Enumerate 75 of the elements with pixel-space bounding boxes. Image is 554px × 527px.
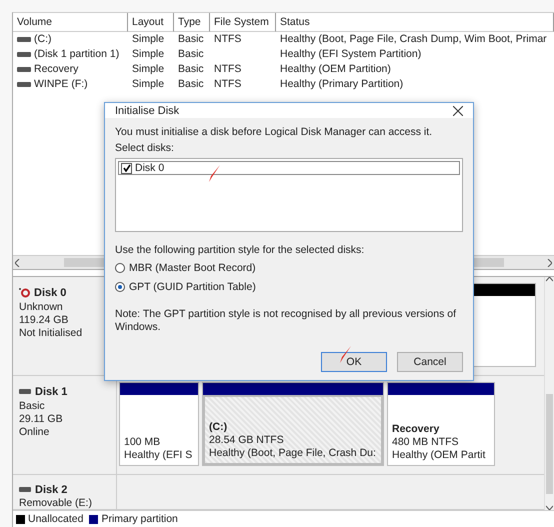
- partition-size: 100 MB: [124, 436, 162, 448]
- partition-name: (C:): [209, 421, 228, 433]
- column-header[interactable]: Type: [174, 13, 210, 32]
- legend-label: Primary partition: [101, 513, 178, 525]
- disk-info: Online: [19, 426, 50, 438]
- table-cell-text: NTFS: [213, 62, 242, 77]
- pointer-arrow-icon: [207, 165, 221, 183]
- table-cell-text: Basic: [177, 47, 205, 62]
- table-cell: (C:): [34, 32, 52, 47]
- partition-size: 480 MB NTFS: [392, 436, 460, 448]
- style-label: Use the following partition style for the selected disks:: [115, 244, 366, 256]
- drive-icon: [17, 52, 31, 57]
- partition[interactable]: 100 MB Healthy (EFI S: [119, 382, 199, 466]
- dialog-button[interactable]: Cancel: [397, 352, 463, 372]
- note-text: Note: The GPT partition style is not recognised by all previous versions of Windows.: [115, 308, 458, 334]
- partition-status: Healthy (OEM Partit: [392, 449, 486, 461]
- disk-info: 119.24 GB: [19, 314, 70, 326]
- table-cell-text: Basic: [177, 62, 205, 77]
- table-cell-text: Simple: [131, 32, 166, 47]
- partition-status: Healthy (EFI S: [124, 449, 194, 461]
- drive-icon: [19, 487, 31, 492]
- disk-info: Basic: [19, 400, 46, 412]
- partition-name: Recovery: [392, 423, 440, 435]
- dialog-message: You must initialise a disk before Logical Disk Manager can access it.: [115, 126, 434, 138]
- partition-size: 28.54 GB NTFS: [209, 434, 285, 446]
- table-cell: Recovery: [34, 62, 78, 77]
- disk-name: Disk 2: [35, 484, 68, 496]
- disk-list-item[interactable]: Disk 0: [118, 161, 460, 175]
- table-cell-text: Basic: [177, 77, 205, 92]
- error-icon: [19, 288, 30, 298]
- radio-option[interactable]: GPT (GUID Partition Table): [115, 279, 463, 294]
- table-cell-text: Healthy (Primary Partition): [279, 77, 404, 92]
- scroll-left-icon[interactable]: [15, 258, 20, 266]
- scroll-up-icon[interactable]: [546, 277, 553, 282]
- radio-button[interactable]: [115, 262, 125, 272]
- table-cell-text: Simple: [131, 77, 166, 92]
- disk-info: Not Initialised: [19, 327, 84, 339]
- drive-icon: [19, 389, 31, 394]
- close-icon[interactable]: [453, 106, 463, 116]
- drive-icon: [17, 67, 31, 72]
- dialog-title: Initialise Disk: [115, 104, 180, 116]
- legend-label: Unallocated: [28, 513, 84, 525]
- table-cell-text: Simple: [131, 62, 166, 77]
- vertical-scrollbar[interactable]: [544, 277, 554, 510]
- table-cell-text: NTFS: [213, 77, 242, 92]
- partition[interactable]: Recovery 480 MB NTFS Healthy (OEM Partit: [387, 382, 495, 466]
- radio-option[interactable]: MBR (Master Boot Record): [115, 260, 463, 275]
- table-cell-text: Healthy (EFI System Partition): [279, 47, 422, 62]
- table-cell-text: Healthy (Boot, Page File, Crash Dump, Wim Boot, Primar: [279, 32, 548, 47]
- drive-icon: [17, 82, 31, 87]
- table-cell: (Disk 1 partition 1): [34, 47, 120, 62]
- column-header[interactable]: Layout: [128, 13, 174, 32]
- select-label: Select disks:: [115, 142, 175, 154]
- disk-name: Disk 0: [34, 286, 66, 298]
- column-header[interactable]: Status: [276, 13, 554, 32]
- disk-info: Unknown: [19, 301, 64, 313]
- disk-info: 29.11 GB: [19, 413, 64, 425]
- scroll-down-icon[interactable]: [546, 505, 553, 510]
- table-cell-text: Simple: [131, 47, 166, 62]
- disk-name: Disk 1: [35, 386, 68, 398]
- radio-button[interactable]: [115, 282, 125, 292]
- table-cell-text: Basic: [177, 32, 205, 47]
- scroll-right-icon[interactable]: [547, 258, 552, 266]
- column-header[interactable]: Volume: [13, 13, 128, 32]
- table-cell-text: NTFS: [213, 32, 242, 47]
- partition[interactable]: (C:) 28.54 GB NTFS Healthy (Boot, Page File, Crash Du:: [202, 382, 384, 466]
- checkbox[interactable]: [121, 162, 132, 174]
- drive-icon: [17, 37, 31, 42]
- table-cell: WINPE (F:): [34, 77, 88, 92]
- disk-list[interactable]: Disk 0: [115, 158, 463, 232]
- disk-info: Removable (E:): [19, 497, 93, 509]
- column-header[interactable]: File System: [210, 13, 276, 32]
- partition-status: Healthy (Boot, Page File, Crash Du:: [209, 447, 377, 459]
- dialog-button[interactable]: OK: [321, 352, 387, 372]
- table-cell-text: Healthy (OEM Partition): [279, 62, 392, 77]
